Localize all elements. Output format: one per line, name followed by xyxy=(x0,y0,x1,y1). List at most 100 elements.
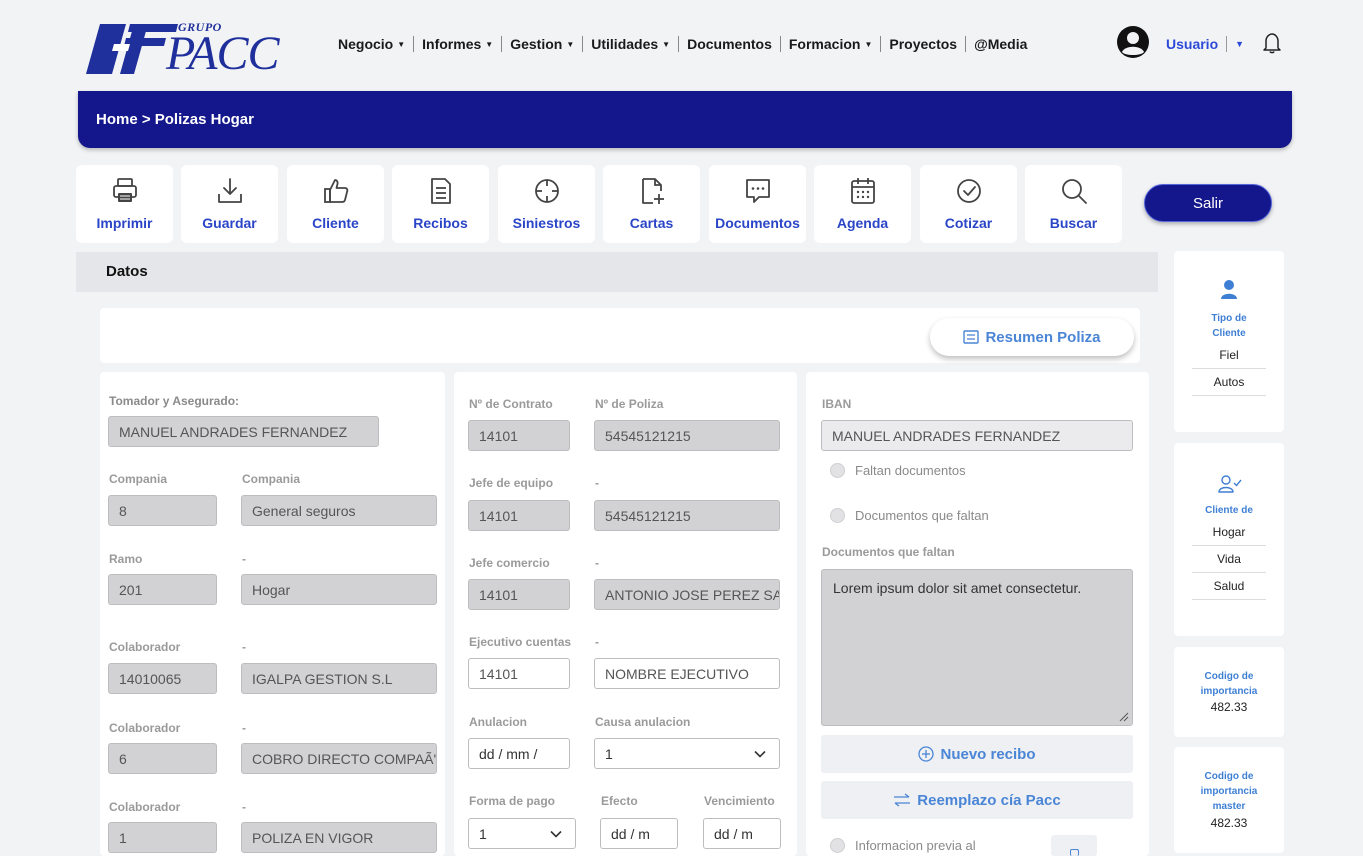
toolbar-cliente-button[interactable]: Cliente xyxy=(287,165,384,243)
colaborador-1-code-field[interactable]: 14010065 xyxy=(108,663,217,694)
tipo-cliente-value-1[interactable]: Fiel xyxy=(1192,348,1266,369)
nav-proyectos[interactable]: Proyectos xyxy=(881,36,965,52)
user-name: Usuario xyxy=(1166,36,1219,52)
resumen-poliza-button[interactable]: Resumen Poliza xyxy=(930,318,1134,356)
toolbar-imprimir-button[interactable]: Imprimir xyxy=(76,165,173,243)
resize-handle-icon[interactable] xyxy=(1117,710,1129,722)
user-divider xyxy=(1226,36,1228,52)
compania-code-field[interactable]: 8 xyxy=(108,495,217,526)
iban-field[interactable]: MANUEL ANDRADES FERNANDEZ xyxy=(821,420,1133,451)
nav-negocio[interactable]: Negocio ▼ xyxy=(330,36,413,52)
cliente-de-value-3[interactable]: Salud xyxy=(1192,579,1266,600)
ramo-label: Ramo xyxy=(109,552,143,566)
efecto-date-input[interactable]: dd / m xyxy=(600,818,678,849)
compania-name-label: Compania xyxy=(242,472,301,486)
nav-gestion[interactable]: Gestion ▼ xyxy=(502,36,582,52)
poliza-label: Nº de Poliza xyxy=(595,397,664,411)
reemplazo-button[interactable]: Reemplazo cía Pacc xyxy=(821,781,1133,819)
nav-label: Formacion xyxy=(788,36,861,52)
textarea-content: Lorem ipsum dolor sit amet consectetur. xyxy=(833,580,1082,596)
colaborador-2-name-field[interactable]: COBRO DIRECTO COMPAÃ'I xyxy=(241,743,437,774)
crosshair-icon xyxy=(534,179,559,203)
tomador-field[interactable]: MANUEL ANDRADES FERNANDEZ xyxy=(108,416,379,447)
info-side-box[interactable] xyxy=(1051,835,1097,856)
jefe-comercio-field[interactable]: ANTONIO JOSE PEREZ SAN xyxy=(594,579,780,610)
cliente-de-card: Cliente de Hogar Vida Salud xyxy=(1174,443,1284,636)
toolbar-label: Cliente xyxy=(312,215,359,231)
compania-name-field[interactable]: General seguros xyxy=(241,495,437,526)
breadcrumb[interactable]: Home > Polizas Hogar xyxy=(96,111,254,128)
logo-pacc-text: PACC xyxy=(166,27,279,80)
tipo-cliente-card: Tipo de Cliente Fiel Autos xyxy=(1174,251,1284,432)
colaborador-3-code-field[interactable]: 1 xyxy=(108,822,217,853)
causa-anulacion-value: 1 xyxy=(605,745,613,762)
cliente-de-value-2[interactable]: Vida xyxy=(1192,552,1266,573)
colaborador-2-label: Colaborador xyxy=(109,721,181,735)
forma-pago-select[interactable]: 1 xyxy=(468,818,576,849)
toolbar-cotizar-button[interactable]: Cotizar xyxy=(920,165,1017,243)
chevron-down-icon xyxy=(754,750,766,758)
causa-anulacion-select[interactable]: 1 xyxy=(594,738,780,769)
toolbar-guardar-button[interactable]: Guardar xyxy=(181,165,278,243)
nav-label: Gestion xyxy=(510,36,563,52)
jefe-comercio-label: Jefe comercio xyxy=(469,556,550,570)
ejecutivo-code-field[interactable]: 14101 xyxy=(468,658,570,689)
colaborador-1-name-field[interactable]: IGALPA GESTION S.L xyxy=(241,663,437,694)
toolbar-documentos-button[interactable]: Documentos xyxy=(709,165,806,243)
tomador-label: Tomador y Asegurado: xyxy=(109,394,240,408)
ejecutivo-label: Ejecutivo cuentas xyxy=(469,635,572,649)
nav-label: @Media xyxy=(974,36,1028,52)
caret-down-icon: ▼ xyxy=(566,39,575,49)
ramo-name-field[interactable]: Hogar xyxy=(241,574,437,605)
colaborador-3-label: Colaborador xyxy=(109,800,181,814)
file-add-icon xyxy=(641,178,664,204)
jefe-comercio-code-field[interactable]: 14101 xyxy=(468,579,570,610)
nav-formacion[interactable]: Formacion ▼ xyxy=(781,36,881,52)
nav-documentos[interactable]: Documentos xyxy=(679,36,780,52)
nav-media[interactable]: @Media xyxy=(966,36,1035,52)
list-icon xyxy=(963,330,980,344)
colaborador-1-dash: - xyxy=(242,640,246,654)
toolbar-agenda-button[interactable]: Agenda xyxy=(814,165,911,243)
contrato-field[interactable]: 14101 xyxy=(468,420,570,451)
nav-label: Informes xyxy=(422,36,482,52)
codigo-master-value: 482.33 xyxy=(1210,816,1248,830)
user-avatar-icon[interactable] xyxy=(1117,26,1149,58)
ejecutivo-dash: - xyxy=(595,635,599,649)
jefe-equipo-label: Jefe de equipo xyxy=(469,476,554,490)
toolbar-label: Recibos xyxy=(413,215,468,231)
nuevo-recibo-button[interactable]: Nuevo recibo xyxy=(821,735,1133,773)
jefe-equipo-code-field[interactable]: 14101 xyxy=(468,500,570,531)
nav-utilidades[interactable]: Utilidades ▼ xyxy=(583,36,678,52)
toolbar-label: Guardar xyxy=(202,215,257,231)
faltan-documentos-radio[interactable]: Faltan documentos xyxy=(830,463,966,478)
ramo-code-field[interactable]: 201 xyxy=(108,574,217,605)
nuevo-recibo-label: Nuevo recibo xyxy=(940,745,1036,763)
colaborador-3-name-field[interactable]: POLIZA EN VIGOR xyxy=(241,822,437,853)
user-menu[interactable]: Usuario ▼ xyxy=(1166,36,1244,52)
salir-button[interactable]: Salir xyxy=(1144,184,1272,222)
toolbar-label: Cotizar xyxy=(944,215,993,231)
poliza-field[interactable]: 54545121215 xyxy=(594,420,780,451)
documentos-que-faltan-radio[interactable]: Documentos que faltan xyxy=(830,508,989,523)
toolbar-recibos-button[interactable]: Recibos xyxy=(392,165,489,243)
toolbar-siniestros-button[interactable]: Siniestros xyxy=(498,165,595,243)
toolbar-cartas-button[interactable]: Cartas xyxy=(603,165,700,243)
cliente-de-value-1[interactable]: Hogar xyxy=(1192,525,1266,546)
nav-informes[interactable]: Informes ▼ xyxy=(414,36,501,52)
informacion-previa-radio[interactable]: Informacion previa al xyxy=(830,838,976,853)
colaborador-2-code-field[interactable]: 6 xyxy=(108,743,217,774)
vencimiento-label: Vencimiento xyxy=(704,794,775,808)
caret-down-icon: ▼ xyxy=(662,39,671,49)
info-box-icon xyxy=(1070,849,1079,856)
pacc-logo[interactable]: GRUPO PACC xyxy=(86,18,312,80)
anulacion-date-input[interactable]: dd / mm / xyxy=(468,738,570,769)
tipo-cliente-value-2[interactable]: Autos xyxy=(1192,375,1266,396)
bell-icon[interactable] xyxy=(1262,32,1282,54)
vencimiento-date-input[interactable]: dd / m xyxy=(703,818,781,849)
radio-circle xyxy=(830,463,845,478)
jefe-equipo-field[interactable]: 54545121215 xyxy=(594,500,780,531)
toolbar-buscar-button[interactable]: Buscar xyxy=(1025,165,1122,243)
ejecutivo-field[interactable]: NOMBRE EJECUTIVO xyxy=(594,658,780,689)
documentos-faltan-textarea[interactable]: Lorem ipsum dolor sit amet consectetur. xyxy=(821,569,1133,726)
